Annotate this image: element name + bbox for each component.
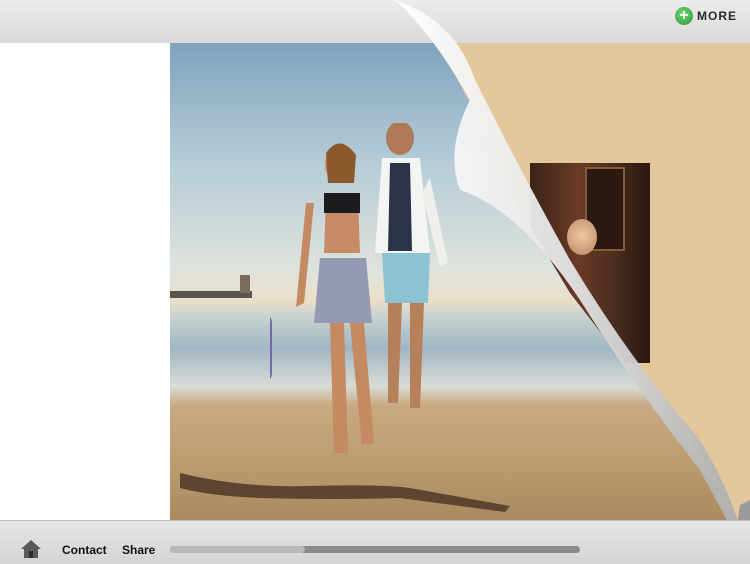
page-progress-slider[interactable]: [170, 546, 580, 553]
top-toolbar: + MORE: [0, 0, 750, 43]
bottom-toolbar: Contact Share: [0, 520, 750, 564]
driftwood: [180, 473, 510, 512]
share-link[interactable]: Share: [122, 543, 155, 557]
child-face: [567, 219, 597, 255]
more-button-label: MORE: [697, 9, 737, 23]
plus-circle-icon: +: [675, 7, 693, 25]
lighthouse: [240, 275, 250, 293]
left-page: [0, 43, 170, 520]
home-icon[interactable]: [20, 539, 42, 559]
contact-link[interactable]: Contact: [62, 543, 107, 557]
couple-figure: [270, 123, 448, 453]
page-progress-fill: [170, 546, 306, 553]
more-button[interactable]: + MORE: [675, 6, 737, 26]
